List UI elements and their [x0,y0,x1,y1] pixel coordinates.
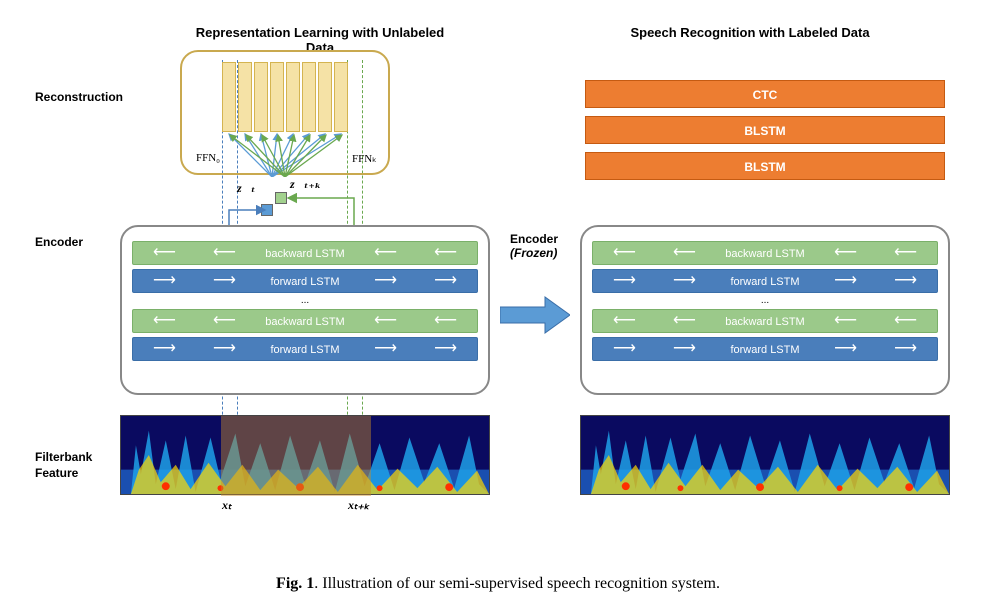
forward-lstm-row: ⟶ ⟶ forward LSTM ⟶ ⟶ [592,269,938,293]
label-encoder-right: Encoder [510,232,558,246]
dots-row: ... [592,297,938,305]
classifier-stack: CTC BLSTM BLSTM [585,80,945,188]
lstm-label: backward LSTM [265,316,344,328]
label-frozen: (Frozen) [510,246,557,260]
lstm-label: backward LSTM [725,316,804,328]
dots-row: ... [132,297,478,305]
spectrogram-svg [581,416,949,494]
arrow-right-icon: ⟶ [434,337,457,361]
arrow-right-icon: ⟶ [374,337,397,361]
arrow-left-icon: ⟵ [673,309,696,333]
x-t-label: xₜ [222,498,232,513]
arrow-left-icon: ⟵ [434,241,457,265]
backward-lstm-row: ⟵ ⟵ backward LSTM ⟵ ⟵ [592,309,938,333]
label-reconstruction: Reconstruction [35,90,123,104]
title-right: Speech Recognition with Labeled Data [620,25,880,40]
arrow-right-icon: ⟶ [834,337,857,361]
spectrogram-left [120,415,490,495]
hidden-green-square [275,192,287,204]
lstm-label: forward LSTM [730,344,799,356]
z-t-label: z⃗ₜ [237,181,255,196]
lstm-label: backward LSTM [725,248,804,260]
caption-text: . Illustration of our semi-supervised sp… [314,575,720,592]
backward-lstm-row: ⟵ ⟵ backward LSTM ⟵ ⟵ [132,309,478,333]
lstm-label: forward LSTM [730,276,799,288]
x-tk-label: xₜ₊ₖ [348,498,369,513]
arrow-right-icon: ⟶ [894,337,917,361]
encoder-left: ⟵ ⟵ backward LSTM ⟵ ⟵ ⟶ ⟶ forward LSTM ⟶… [120,225,490,395]
lstm-label: backward LSTM [265,248,344,260]
ffn-zero-label: FFN₀ [196,152,220,164]
arrow-right-icon: ⟶ [673,337,696,361]
lstm-label: forward LSTM [270,344,339,356]
ffn-k-label: FFNₖ [352,152,377,165]
arrow-right-icon: ⟶ [894,269,917,293]
arrow-left-icon: ⟵ [213,309,236,333]
arrow-right-icon: ⟶ [213,337,236,361]
arrow-left-icon: ⟵ [673,241,696,265]
arrow-left-icon: ⟵ [374,309,397,333]
arrow-left-icon: ⟵ [894,309,917,333]
arrow-right-icon: ⟶ [613,337,636,361]
arrow-left-icon: ⟵ [153,241,176,265]
arrow-left-icon: ⟵ [153,309,176,333]
arrow-left-icon: ⟵ [613,309,636,333]
reconstruction-box: FFN₀ FFNₖ [180,50,390,175]
forward-lstm-row: ⟶ ⟶ forward LSTM ⟶ ⟶ [132,269,478,293]
arrow-right-icon: ⟶ [374,269,397,293]
arrow-left-icon: ⟵ [213,241,236,265]
arrow-left-icon: ⟵ [894,241,917,265]
forward-lstm-row: ⟶ ⟶ forward LSTM ⟶ ⟶ [592,337,938,361]
blstm-block: BLSTM [585,116,945,144]
arrow-right-icon: ⟶ [153,337,176,361]
arrow-left-icon: ⟵ [374,241,397,265]
diagram-container: Representation Learning with Unlabeled D… [0,0,996,611]
arrow-left-icon: ⟵ [613,241,636,265]
ctc-block: CTC [585,80,945,108]
forward-lstm-row: ⟶ ⟶ forward LSTM ⟶ ⟶ [132,337,478,361]
lstm-label: forward LSTM [270,276,339,288]
arrow-right-icon: ⟶ [673,269,696,293]
arrow-right-icon: ⟶ [213,269,236,293]
arrow-left-icon: ⟵ [434,309,457,333]
arrow-right-icon: ⟶ [613,269,636,293]
label-filterbank: Filterbank Feature [35,450,92,481]
spectrogram-right [580,415,950,495]
blstm-block: BLSTM [585,152,945,180]
highlight-overlay [221,416,371,496]
label-encoder: Encoder [35,235,83,249]
arrow-right-icon: ⟶ [153,269,176,293]
arrow-right-icon: ⟶ [434,269,457,293]
backward-lstm-row: ⟵ ⟵ backward LSTM ⟵ ⟵ [132,241,478,265]
arrow-right-icon: ⟶ [834,269,857,293]
caption-bold: Fig. 1 [276,575,314,592]
arrow-left-icon: ⟵ [834,241,857,265]
hidden-blue-square [261,204,273,216]
backward-lstm-row: ⟵ ⟵ backward LSTM ⟵ ⟵ [592,241,938,265]
z-tk-label: z⃖ₜ₊ₖ [290,177,321,192]
encoder-right: ⟵ ⟵ backward LSTM ⟵ ⟵ ⟶ ⟶ forward LSTM ⟶… [580,225,950,395]
figure-caption: Fig. 1. Illustration of our semi-supervi… [0,575,996,593]
arrow-left-icon: ⟵ [834,309,857,333]
transfer-arrow-icon [500,295,570,335]
